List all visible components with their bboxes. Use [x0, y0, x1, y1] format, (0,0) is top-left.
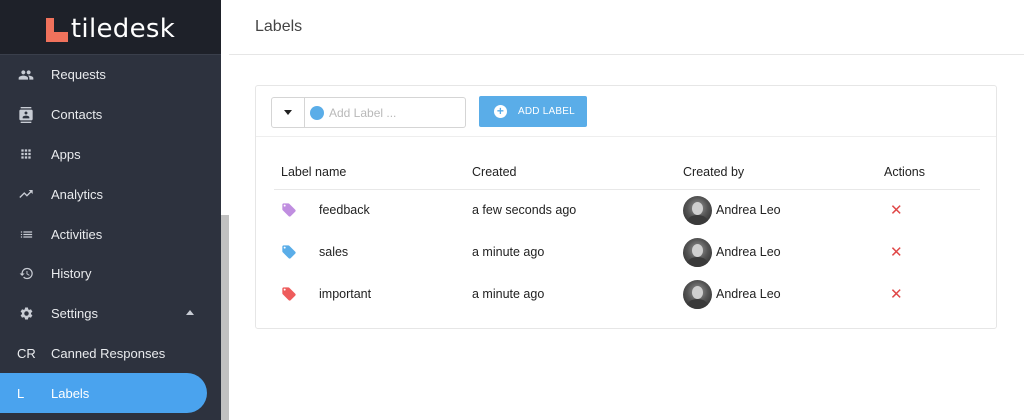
- sidebar-item-label: Labels: [51, 385, 90, 401]
- sidebar-item-labels[interactable]: L Labels: [0, 373, 207, 414]
- sidebar-item-label: Requests: [51, 67, 106, 83]
- column-header-actions: Actions: [877, 155, 980, 190]
- tag-icon: [282, 245, 296, 259]
- page-title: Labels: [255, 18, 303, 35]
- sidebar-item-requests[interactable]: Requests: [0, 55, 221, 95]
- people-icon: [17, 66, 35, 84]
- table-row: feedback a few seconds ago Andrea Leo ✕: [274, 189, 980, 231]
- created-time: a few seconds ago: [472, 203, 577, 218]
- gear-icon: [17, 305, 35, 323]
- sidebar-item-activities[interactable]: Activities: [0, 214, 221, 254]
- list-icon: [17, 225, 35, 243]
- delete-icon[interactable]: ✕: [890, 202, 903, 219]
- sidebar: tiledesk Requests Contacts Apps Analytic…: [0, 0, 221, 420]
- sidebar-item-label: Canned Responses: [51, 345, 166, 361]
- delete-icon[interactable]: ✕: [890, 244, 903, 261]
- sidebar-item-label: Contacts: [51, 107, 103, 123]
- contact-card-icon: [17, 106, 35, 124]
- sidebar-item-analytics[interactable]: Analytics: [0, 174, 221, 214]
- labels-table: Label name Created Created by Actions fe…: [274, 155, 980, 315]
- label-name: sales: [319, 245, 349, 259]
- table-header-row: Label name Created Created by Actions: [274, 155, 980, 190]
- column-header-created[interactable]: Created: [465, 155, 676, 190]
- history-icon: [17, 265, 35, 283]
- add-label-button[interactable]: + ADD LABEL: [479, 96, 587, 127]
- sidebar-item-history[interactable]: History: [0, 254, 221, 294]
- sidebar-item-abbr: CR: [17, 345, 36, 361]
- trend-icon: [17, 185, 35, 203]
- created-time: a minute ago: [472, 287, 545, 301]
- sidebar-scrollbar-thumb[interactable]: [221, 215, 229, 420]
- labels-card: + ADD LABEL Label name Created Created b…: [255, 85, 997, 329]
- label-name: feedback: [319, 203, 370, 218]
- tiledesk-logo[interactable]: tiledesk: [45, 12, 176, 44]
- label-input-wrapper: [305, 97, 466, 128]
- tag-icon: [282, 287, 296, 301]
- sidebar-item-label: Activities: [51, 226, 103, 242]
- creator-name: Andrea Leo: [716, 203, 781, 218]
- add-label-button-text: ADD LABEL: [518, 106, 575, 117]
- avatar: [683, 195, 712, 225]
- sidebar-item-apps[interactable]: Apps: [0, 135, 221, 175]
- logo-text: tiledesk: [70, 14, 176, 44]
- creator-name: Andrea Leo: [716, 287, 781, 301]
- sidebar-item-label: Settings: [51, 306, 98, 322]
- logo-bar: tiledesk: [0, 0, 221, 55]
- avatar: [683, 237, 712, 267]
- column-header-label-name[interactable]: Label name: [274, 155, 465, 190]
- sidebar-item-label: History: [51, 266, 92, 282]
- sidebar-item-label: Apps: [51, 146, 81, 162]
- sidebar-item-contacts[interactable]: Contacts: [0, 95, 221, 135]
- sidebar-nav: Requests Contacts Apps Analytics Activit…: [0, 55, 221, 414]
- logo-mark-icon: [45, 18, 68, 42]
- tag-icon: [282, 203, 296, 217]
- sidebar-item-label: Analytics: [51, 186, 104, 202]
- delete-icon[interactable]: ✕: [890, 286, 903, 303]
- plus-circle-icon: +: [494, 105, 507, 118]
- sidebar-item-canned-responses[interactable]: CR Canned Responses: [0, 334, 221, 374]
- table-row: sales a minute ago Andrea Leo ✕: [274, 231, 980, 273]
- top-header: Labels: [229, 0, 1024, 55]
- selected-color-dot: [310, 105, 324, 120]
- caret-up-icon[interactable]: [186, 309, 194, 315]
- caret-down-icon: [284, 110, 292, 115]
- color-picker-dropdown[interactable]: [271, 97, 305, 128]
- avatar: [683, 279, 712, 309]
- table-row: important a minute ago Andrea Leo ✕: [274, 273, 980, 315]
- grid-icon: [17, 145, 35, 163]
- created-time: a minute ago: [472, 245, 545, 259]
- sidebar-item-settings[interactable]: Settings: [0, 294, 221, 334]
- sidebar-item-abbr: L: [17, 385, 25, 401]
- column-header-created-by[interactable]: Created by: [676, 155, 877, 190]
- creator-name: Andrea Leo: [716, 245, 781, 259]
- add-label-input[interactable]: [329, 105, 459, 120]
- label-toolbar: + ADD LABEL: [256, 86, 996, 137]
- label-name: important: [319, 287, 372, 301]
